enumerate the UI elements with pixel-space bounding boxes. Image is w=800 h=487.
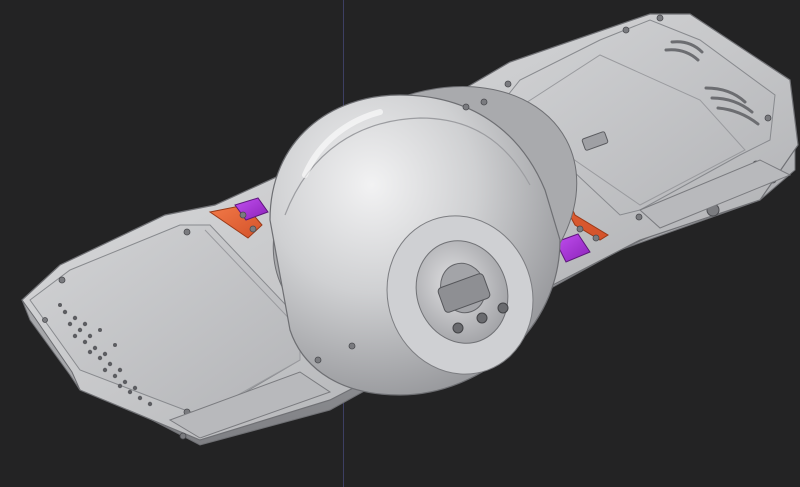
onewheel-3d-model[interactable] <box>0 0 800 487</box>
cad-viewport[interactable] <box>0 0 800 487</box>
